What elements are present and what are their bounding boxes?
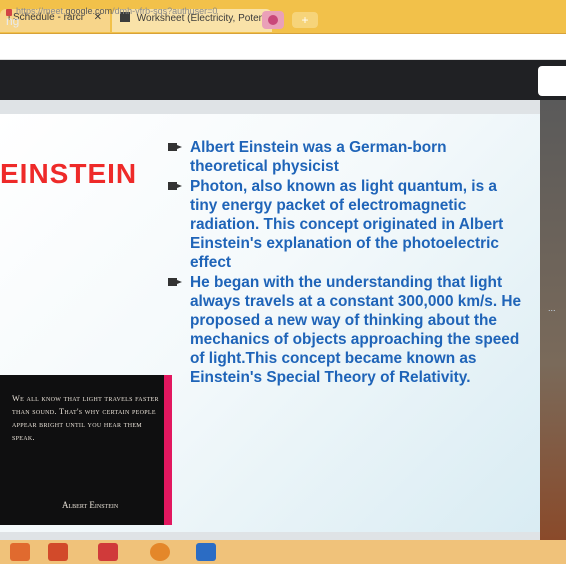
meet-header: [0, 60, 566, 100]
more-options-icon[interactable]: ...: [548, 303, 556, 313]
taskbar: [0, 540, 566, 564]
participant-tile-button[interactable]: [538, 66, 566, 96]
url-path: /dmh-vfrb-sqs?authuser=0: [112, 6, 218, 16]
bullet-text: Photon, also known as light quantum, is …: [190, 178, 504, 271]
url-domain: google.com: [65, 6, 113, 16]
bullet-item: Photon, also known as light quantum, is …: [168, 177, 528, 272]
new-tab-button[interactable]: +: [292, 12, 318, 28]
bullet-text: Albert Einstein was a German-born theore…: [190, 139, 447, 175]
powerpoint-icon[interactable]: [48, 543, 68, 561]
presentation-title: ng: [6, 14, 20, 28]
bullet-item: Albert Einstein was a German-born theore…: [168, 138, 528, 176]
quote-text: We all know that light travels faster th…: [12, 394, 159, 442]
slide-title: EINSTEIN: [0, 158, 138, 189]
word-icon[interactable]: [196, 543, 216, 561]
quote-author: Albert Einstein: [62, 500, 119, 510]
address-bar[interactable]: [0, 34, 566, 60]
bullet-arrow-icon: [168, 182, 182, 190]
participant-video[interactable]: [540, 100, 566, 540]
meet-tab-icon[interactable]: [262, 11, 284, 29]
file-explorer-icon[interactable]: [10, 543, 30, 561]
firefox-icon[interactable]: [150, 543, 170, 561]
bullet-list: Albert Einstein was a German-born theore…: [168, 138, 528, 388]
bullet-text: He began with the understanding that lig…: [190, 274, 522, 386]
url-text[interactable]: https://meet.google.com/dmh-vfrb-sqs?aut…: [16, 6, 217, 16]
bullet-arrow-icon: [168, 278, 182, 286]
media-app-icon[interactable]: [98, 543, 118, 561]
bullet-arrow-icon: [168, 143, 182, 151]
bullet-item: He began with the understanding that lig…: [168, 273, 528, 387]
url-prefix: https://meet.: [16, 6, 66, 16]
